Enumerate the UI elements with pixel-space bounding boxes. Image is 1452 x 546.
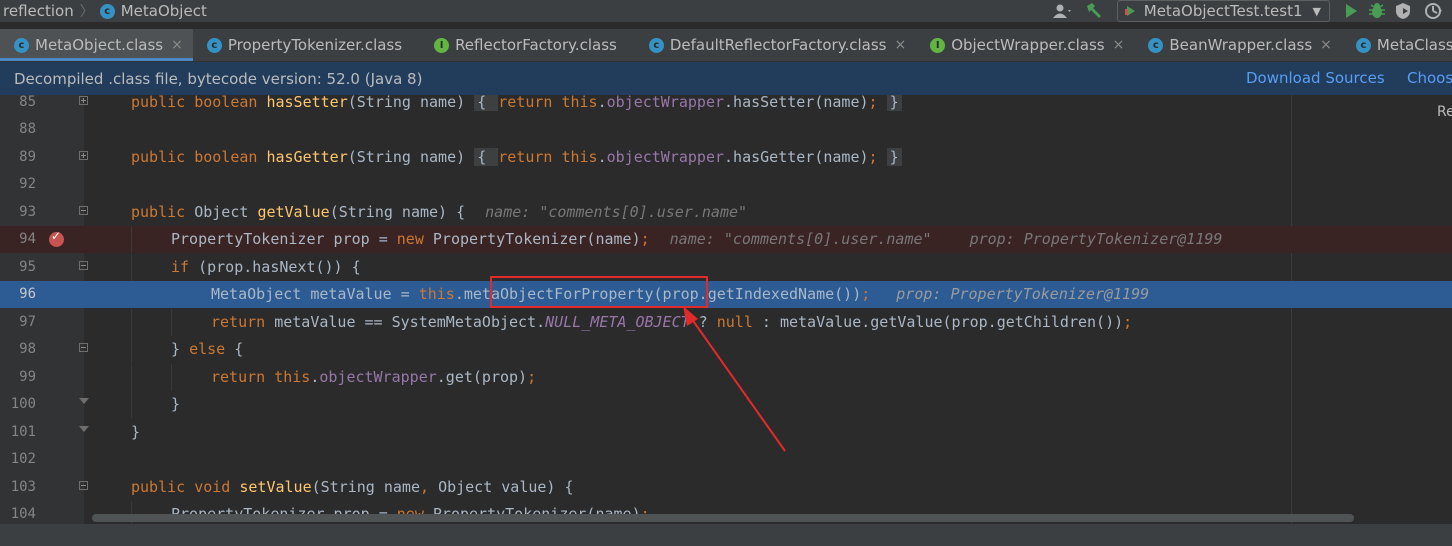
- annotation-arrow: [683, 306, 786, 452]
- class-icon: c: [14, 37, 29, 53]
- tab-objectwrapper[interactable]: I ObjectWrapper.class ×: [916, 29, 1134, 61]
- coverage-icon[interactable]: [1390, 0, 1416, 22]
- class-icon: c: [648, 37, 664, 53]
- hammer-icon[interactable]: [1081, 0, 1107, 22]
- tab-metaclass[interactable]: c MetaClass.c: [1342, 29, 1452, 61]
- run-icon[interactable]: [1338, 0, 1364, 22]
- class-icon: c: [1355, 37, 1371, 53]
- tab-reflectorfactory[interactable]: I ReflectorFactory.class: [420, 29, 635, 61]
- tab-label: MetaClass.c: [1376, 36, 1452, 54]
- tab-label: MetaObject.class: [35, 36, 164, 54]
- run-configuration-label: MetaObjectTest.test1: [1143, 2, 1303, 20]
- tab-label: PropertyTokenizer.class: [227, 36, 403, 54]
- download-sources-link[interactable]: Download Sources: [1246, 62, 1385, 95]
- interface-icon: I: [930, 37, 946, 53]
- test-config-icon: [1124, 6, 1135, 16]
- tab-defaultreflectorfactory[interactable]: c DefaultReflectorFactory.class ×: [635, 29, 916, 61]
- close-icon[interactable]: ×: [894, 37, 906, 53]
- interface-icon: I: [434, 37, 450, 53]
- breadcrumb-label: reflection: [3, 2, 74, 20]
- class-icon: c: [206, 37, 222, 53]
- tab-label: DefaultReflectorFactory.class: [669, 36, 887, 54]
- close-icon[interactable]: ×: [1113, 37, 1125, 53]
- tab-label: BeanWrapper.class: [1169, 36, 1313, 54]
- debug-icon[interactable]: [1364, 0, 1390, 22]
- tab-label: ReflectorFactory.class: [455, 36, 617, 54]
- tab-metaobject[interactable]: c MetaObject.class ×: [0, 29, 193, 61]
- decompiled-banner: Decompiled .class file, bytecode version…: [0, 62, 1452, 95]
- tab-propertytokenizer[interactable]: c PropertyTokenizer.class: [193, 29, 420, 61]
- chevron-down-icon: ▼: [1312, 4, 1321, 18]
- close-icon[interactable]: ×: [171, 37, 183, 53]
- toolbar: MetaObjectTest.test1 ▼: [1045, 0, 1452, 22]
- navigation-bar: reflection 〉 c MetaObject MetaObjectTest…: [0, 0, 1452, 22]
- user-icon[interactable]: [1045, 0, 1081, 22]
- banner-message: Decompiled .class file, bytecode version…: [14, 69, 423, 88]
- breadcrumb-metaobject[interactable]: c MetaObject: [99, 2, 207, 20]
- breadcrumb-separator: 〉: [79, 4, 94, 20]
- tab-label: ObjectWrapper.class: [951, 36, 1105, 54]
- breadcrumb-label: MetaObject: [120, 2, 207, 20]
- close-icon[interactable]: ×: [1320, 37, 1332, 53]
- breadcrumb-reflection[interactable]: reflection: [0, 2, 74, 20]
- class-icon: c: [1148, 37, 1164, 53]
- editor-tabs: c MetaObject.class × c PropertyTokenizer…: [0, 29, 1452, 62]
- code-editor[interactable]: 85 public boolean hasSetter(String name)…: [0, 95, 1452, 546]
- status-bar: [0, 524, 1452, 546]
- profile-icon[interactable]: [1416, 0, 1452, 22]
- choose-sources-link[interactable]: Choos: [1407, 62, 1452, 95]
- run-configuration-selector[interactable]: MetaObjectTest.test1 ▼: [1116, 0, 1330, 22]
- tab-beanwrapper[interactable]: c BeanWrapper.class ×: [1134, 29, 1342, 61]
- class-icon: c: [99, 3, 115, 19]
- horizontal-scrollbar[interactable]: [92, 514, 1354, 522]
